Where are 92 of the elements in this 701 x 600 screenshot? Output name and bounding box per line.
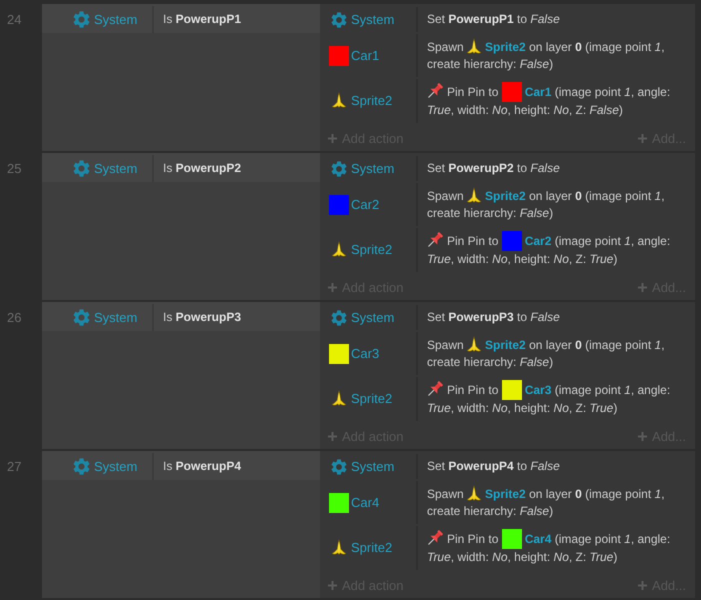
gear-icon — [331, 310, 347, 326]
plus-icon — [328, 432, 337, 441]
object-name: System — [351, 458, 394, 475]
object-name: Car1 — [524, 85, 552, 99]
action-text: Pin Pin to — [447, 234, 498, 248]
object-name: Car1 — [351, 47, 380, 64]
event-number: 26 — [7, 310, 22, 325]
condition-text: Is PowerupP2 — [162, 160, 242, 174]
object-name: Car3 — [351, 345, 380, 362]
object-name: Sprite2 — [485, 189, 526, 203]
object-name: Sprite2 — [351, 92, 392, 110]
event-number: 25 — [7, 161, 22, 176]
gear-icon — [331, 12, 347, 28]
object-name: System — [351, 11, 394, 28]
banana-icon — [332, 241, 346, 258]
banana-icon — [467, 485, 482, 502]
banana-icon — [332, 92, 346, 110]
plus-icon — [328, 283, 337, 292]
condition-text: Is PowerupP4 — [162, 458, 242, 472]
object-name: System — [94, 160, 138, 177]
action-text: Spawn — [427, 338, 464, 352]
action-text: Pin Pin to — [447, 85, 498, 99]
object-name: Sprite2 — [485, 338, 526, 352]
action-text: on layer 0 (image point 1, — [529, 338, 665, 352]
object-name: System — [94, 309, 138, 326]
action-text: True, width: No, height: No, Z: False) — [427, 102, 623, 117]
banana-icon — [467, 336, 482, 353]
action-text: on layer 0 (image point 1, — [529, 40, 665, 54]
event-number: 27 — [7, 459, 22, 474]
action-text: (image point 1, angle: — [554, 383, 670, 397]
pushpin-icon — [427, 232, 443, 248]
gear-icon — [331, 160, 347, 176]
object-name: Car2 — [524, 234, 552, 248]
condition-row[interactable]: System Is PowerupP4 — [42, 451, 320, 480]
condition-row[interactable]: System Is PowerupP3 — [42, 302, 320, 331]
action-text: Spawn — [427, 189, 464, 203]
object-name: Sprite2 — [351, 539, 392, 556]
action-text: True, width: No, height: No, Z: True) — [427, 252, 618, 266]
action-text: create hierarchy: False) — [427, 206, 554, 220]
action-text: create hierarchy: False) — [427, 504, 554, 518]
plus-icon — [328, 134, 337, 143]
gear-icon — [73, 309, 90, 326]
plus-icon — [638, 581, 648, 590]
object-name: Car4 — [351, 494, 380, 511]
action-text: Spawn — [427, 487, 464, 501]
condition-row[interactable]: System Is PowerupP1 — [42, 4, 320, 33]
plus-icon — [328, 581, 337, 590]
pushpin-icon — [427, 530, 443, 546]
gear-icon — [331, 458, 347, 474]
object-name: System — [351, 309, 394, 326]
action-text: Pin Pin to — [447, 532, 498, 546]
action-text: True, width: No, height: No, Z: True) — [427, 550, 618, 564]
action-text: Set PowerupP1 to False — [427, 12, 560, 26]
action-text: True, width: No, height: No, Z: True) — [427, 400, 618, 415]
object-name: Sprite2 — [485, 40, 526, 54]
gear-icon — [73, 160, 90, 177]
object-name: Sprite2 — [351, 390, 392, 408]
action-text: (image point 1, angle: — [554, 234, 670, 248]
plus-icon — [638, 283, 648, 292]
object-name: Car3 — [524, 383, 552, 397]
object-name: Car4 — [524, 532, 552, 546]
action-text: Set PowerupP4 to False — [427, 459, 560, 473]
gear-icon — [73, 11, 90, 28]
pushpin-icon — [427, 381, 443, 397]
gear-icon — [73, 458, 90, 475]
banana-icon — [332, 539, 346, 556]
plus-icon — [638, 432, 648, 441]
action-text: Spawn — [427, 40, 464, 54]
banana-icon — [467, 187, 482, 204]
banana-icon — [332, 390, 346, 408]
action-text: create hierarchy: False) — [427, 57, 554, 71]
condition-row[interactable]: System Is PowerupP2 — [42, 153, 320, 182]
action-text: create hierarchy: False) — [427, 355, 554, 369]
object-name: System — [94, 11, 138, 28]
object-name: Car2 — [351, 196, 380, 213]
condition-text: Is PowerupP3 — [162, 310, 242, 324]
action-text: Pin Pin to — [447, 383, 498, 397]
plus-icon — [638, 134, 648, 143]
action-text: on layer 0 (image point 1, — [529, 189, 665, 203]
event-number: 24 — [7, 12, 22, 27]
condition-text: Is PowerupP1 — [162, 12, 242, 26]
object-name: Sprite2 — [485, 487, 526, 501]
object-name: System — [351, 160, 394, 177]
action-text: (image point 1, angle: — [554, 532, 670, 546]
object-name: System — [94, 458, 138, 475]
banana-icon — [467, 38, 482, 55]
action-text: Set PowerupP2 to False — [427, 161, 560, 175]
object-name: Sprite2 — [351, 241, 392, 258]
pushpin-icon — [427, 83, 443, 99]
action-text: on layer 0 (image point 1, — [529, 487, 665, 501]
action-text: (image point 1, angle: — [554, 85, 670, 99]
action-text: Set PowerupP3 to False — [427, 310, 560, 324]
